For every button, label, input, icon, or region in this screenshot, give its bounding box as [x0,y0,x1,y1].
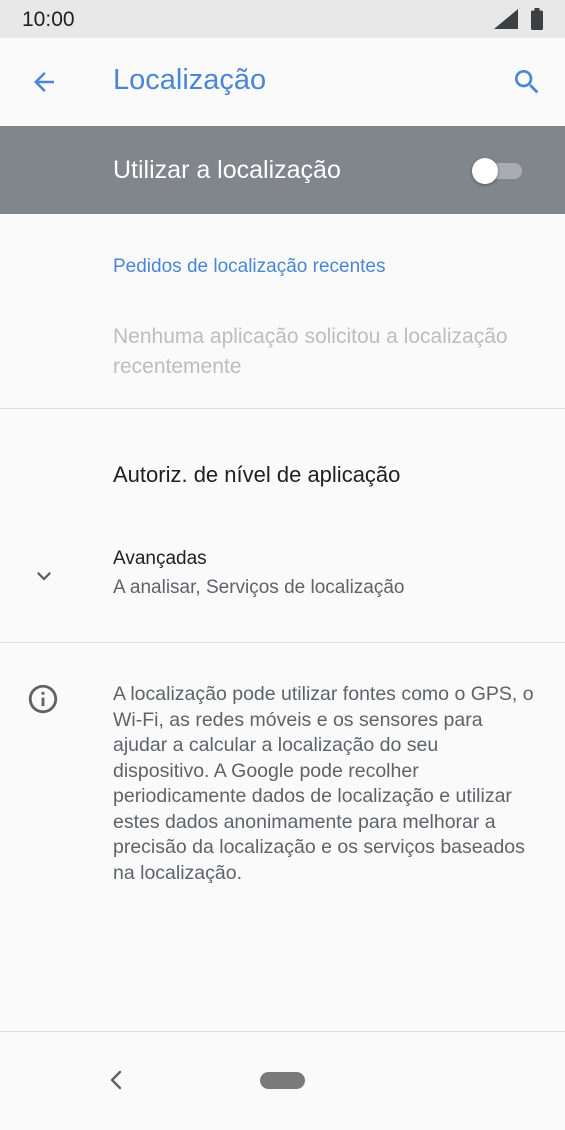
status-time: 10:00 [22,8,75,31]
nav-back-button[interactable] [104,1066,128,1094]
chevron-down-icon [37,572,51,581]
nav-home-pill[interactable] [260,1072,305,1089]
recent-requests-header: Pedidos de localização recentes [113,256,386,277]
app-level-permissions-label: Autoriz. de nível de aplicação [113,462,401,487]
use-location-label: Utilizar a localização [113,156,341,184]
search-button[interactable] [502,58,552,106]
advanced-item[interactable]: Avançadas A analisar, Serviços de locali… [0,530,565,630]
page-title: Localização [113,64,267,96]
arrow-back-icon [34,72,54,92]
location-info-text: A localização pode utilizar fontes como … [113,683,534,884]
info-icon [28,684,58,714]
battery-icon [531,8,543,30]
app-level-permissions-item[interactable]: Autoriz. de nível de aplicação [0,430,565,520]
advanced-title: Avançadas [113,548,207,569]
divider [0,642,565,643]
status-bar: 10:00 [0,0,565,38]
toggle-thumb [472,158,498,184]
search-icon [515,70,539,94]
advanced-summary: A analisar, Serviços de localização [113,577,405,598]
divider [0,408,565,409]
use-location-switch-bar[interactable]: Utilizar a localização [0,126,565,214]
recent-requests-empty: Nenhuma aplicação solicitou a localizaçã… [113,325,508,378]
app-bar: Localização [0,38,565,126]
navigation-bar [0,1032,565,1130]
nav-back-icon [110,1070,122,1090]
back-button[interactable] [18,58,70,106]
use-location-toggle[interactable] [472,158,524,184]
cell-signal-icon [494,9,518,29]
